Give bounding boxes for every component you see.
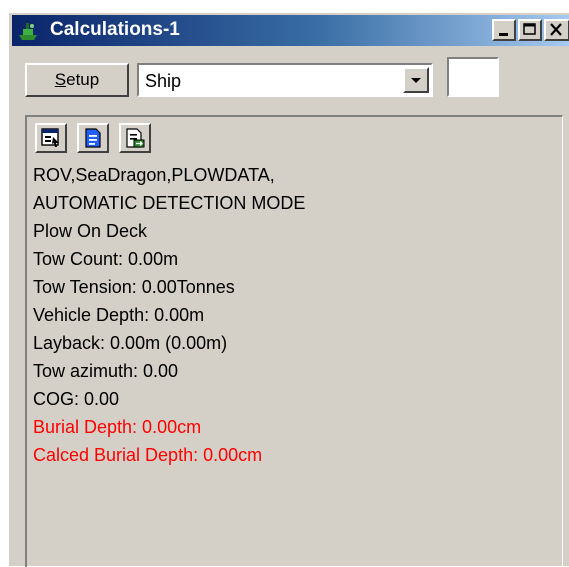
chevron-down-icon — [411, 78, 421, 83]
readout-line: Tow Tension: 0.00Tonnes — [33, 277, 235, 297]
properties-button[interactable] — [35, 123, 67, 153]
readout-line: Burial Depth: 0.00cm — [33, 417, 202, 437]
readout-line: COG: 0.00 — [33, 389, 120, 409]
value-box[interactable] — [447, 57, 499, 97]
readout-lines: ROV,SeaDragon,PLOWDATA, AUTOMATIC DETECT… — [33, 161, 305, 469]
minimize-icon — [499, 33, 508, 36]
minimize-button[interactable] — [492, 19, 516, 41]
toolbar: Setup Ship — [9, 57, 569, 101]
close-button[interactable] — [544, 19, 569, 41]
source-select-value: Ship — [145, 71, 182, 91]
setup-button-label: etup — [66, 70, 100, 89]
readout-line: Plow On Deck — [33, 221, 148, 241]
ship-icon — [17, 20, 39, 42]
export-button[interactable] — [119, 123, 151, 153]
source-select-dropdown-button[interactable] — [403, 67, 429, 93]
calculations-panel: ROV,SeaDragon,PLOWDATA, AUTOMATIC DETECT… — [25, 115, 563, 567]
readout-line: Tow Count: 0.00m — [33, 249, 179, 269]
window-title: Calculations-1 — [50, 19, 180, 40]
readout-line: ROV,SeaDragon,PLOWDATA, — [33, 165, 275, 185]
readout-line: Tow azimuth: 0.00 — [33, 361, 179, 381]
readout-line: Vehicle Depth: 0.00m — [33, 305, 205, 325]
setup-button[interactable]: Setup — [25, 63, 129, 97]
readout-line: Layback: 0.00m (0.00m) — [33, 333, 228, 353]
calculations-window: Calculations-1 Setup Ship ROV,SeaDragon,… — [8, 12, 569, 567]
document-icon — [85, 128, 101, 148]
properties-icon — [41, 128, 59, 147]
setup-button-mnemonic: S — [54, 70, 67, 89]
maximize-button[interactable] — [518, 19, 542, 41]
export-icon — [126, 128, 145, 148]
maximize-icon — [523, 23, 536, 35]
readout-line: AUTOMATIC DETECTION MODE — [33, 193, 306, 213]
source-select[interactable]: Ship — [137, 63, 433, 97]
readout-line: Calced Burial Depth: 0.00cm — [33, 445, 263, 465]
title-bar[interactable]: Calculations-1 — [12, 15, 569, 46]
close-icon — [550, 23, 562, 36]
document-button[interactable] — [77, 123, 109, 153]
